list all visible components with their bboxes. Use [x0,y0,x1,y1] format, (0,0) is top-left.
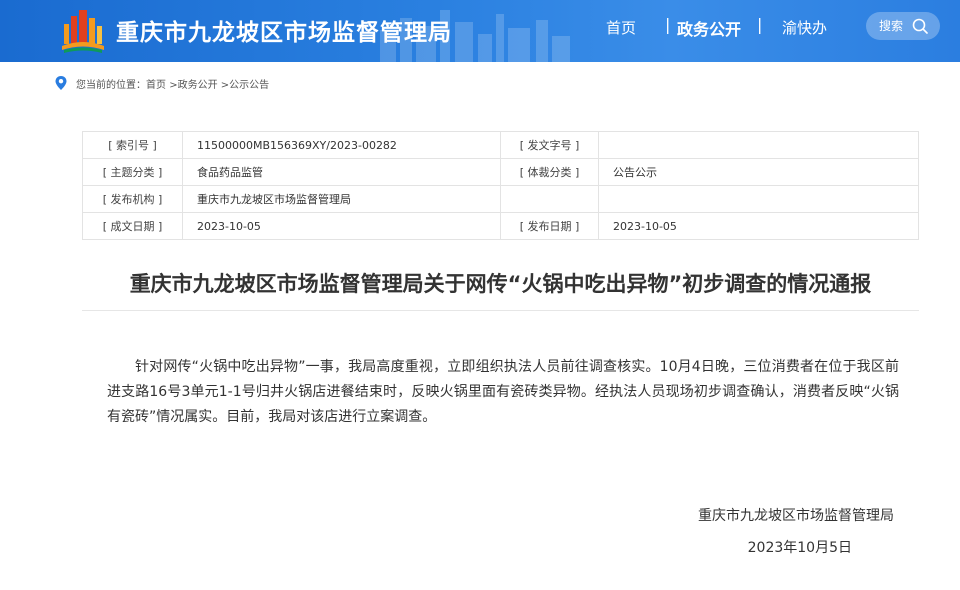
nav-separator: | [665,15,671,34]
title-divider [82,310,919,311]
site-title[interactable]: 重庆市九龙坡区市场监督管理局 [116,13,452,47]
meta-key [500,185,599,213]
article-date: 2023年10月5日 [747,540,852,556]
nav-home[interactable]: 首页 [606,17,636,39]
meta-key: [ 发布机构 ] [82,185,183,213]
meta-row: [ 索引号 ] 11500000MB156369XY/2023-00282 [ … [82,131,919,159]
meta-value [598,131,919,159]
article-title: 重庆市九龙坡区市场监督管理局关于网传“火锅中吃出异物”初步调查的情况通报 [129,272,872,296]
meta-key: [ 发布日期 ] [500,212,599,240]
article-body: 针对网传“火锅中吃出异物”一事，我局高度重视，立即组织执法人员前往调查核实。10… [107,359,899,425]
nav-gov-affairs[interactable]: 政务公开 [677,16,741,39]
breadcrumb-gov-affairs[interactable]: >政务公开 [169,80,217,91]
nav-yukuaiban[interactable]: 渝快办 [782,17,827,39]
location-pin-icon [55,76,67,90]
article-signature: 重庆市九龙坡区市场监督管理局 [698,508,894,524]
meta-key: [ 索引号 ] [82,131,183,159]
meta-row: [ 主题分类 ] 食品药品监管 [ 体裁分类 ] 公告公示 [82,158,919,186]
meta-key: [ 主题分类 ] [82,158,183,186]
search-button[interactable]: 搜索 [866,12,940,40]
document-meta-table: [ 索引号 ] 11500000MB156369XY/2023-00282 [ … [82,131,919,240]
meta-value: 2023-10-05 [182,212,501,240]
meta-value: 重庆市九龙坡区市场监督管理局 [182,185,501,213]
meta-key: [ 发文字号 ] [500,131,599,159]
city-logo-icon[interactable] [60,6,106,54]
site-header: 重庆市九龙坡区市场监督管理局 首页 | 政务公开 | 渝快办 搜索 [0,0,960,62]
breadcrumb-prefix: 您当前的位置： [76,80,146,91]
meta-value: 公告公示 [598,158,919,186]
meta-row: [ 成文日期 ] 2023-10-05 [ 发布日期 ] 2023-10-05 [82,212,919,240]
search-button-label: 搜索 [879,19,904,33]
meta-value: 2023-10-05 [598,212,919,240]
meta-value [598,185,919,213]
meta-key: [ 体裁分类 ] [500,158,599,186]
meta-value: 11500000MB156369XY/2023-00282 [182,131,501,159]
meta-value: 食品药品监管 [182,158,501,186]
breadcrumb-notices[interactable]: >公示公告 [221,80,269,91]
breadcrumb: 您当前的位置：首页 >政务公开 >公示公告 [54,76,269,91]
meta-key: [ 成文日期 ] [82,212,183,240]
nav-separator: | [757,15,763,34]
breadcrumb-home[interactable]: 首页 [146,80,166,91]
search-icon [912,18,928,34]
meta-row: [ 发布机构 ] 重庆市九龙坡区市场监督管理局 [82,185,919,213]
